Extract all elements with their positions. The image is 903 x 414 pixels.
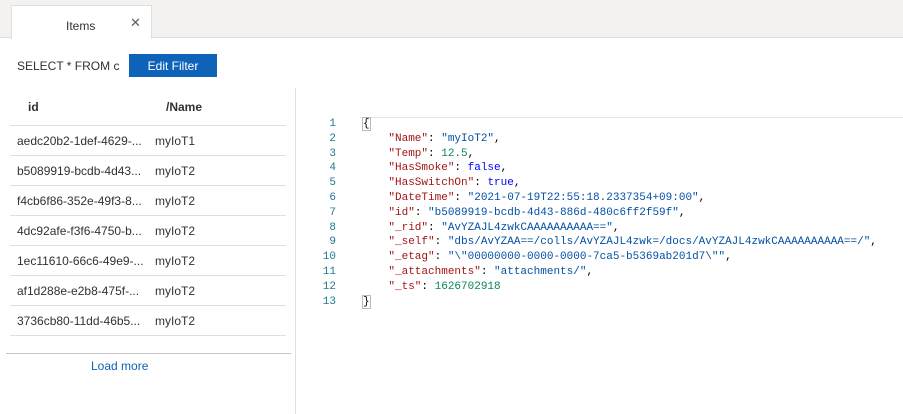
list-divider (6, 353, 291, 354)
table-row[interactable]: aedc20b2-1def-4629-... myIoT1 (10, 126, 286, 156)
table-row[interactable]: 4dc92afe-f3f6-4750-b... myIoT2 (10, 216, 286, 246)
code-line: 3 "Temp": 12.5, (296, 147, 903, 162)
json-key: "Name" (388, 132, 429, 145)
table-row[interactable]: af1d288e-e2b8-475f-... myIoT2 (10, 276, 286, 306)
code-text: "HasSwitchOn": true, (388, 177, 521, 190)
line-number: 13 (322, 295, 336, 308)
cell-name: myIoT2 (155, 284, 196, 298)
line-number: 9 (329, 236, 336, 249)
code-line: 12 "_ts": 1626702918 (296, 280, 903, 295)
code-line: 13} (296, 294, 903, 310)
column-header-id: id (28, 100, 39, 114)
code-line: 6 "DateTime": "2021-07-19T22:55:18.23373… (296, 191, 903, 206)
code-text: "id": "b5089919-bcdb-4d43-886d-480c6ff2f… (388, 206, 686, 219)
code-text: "DateTime": "2021-07-19T22:55:18.2337354… (388, 191, 706, 204)
code-line: 11 "_attachments": "attachments/", (296, 265, 903, 280)
cell-id: b5089919-bcdb-4d43... (17, 164, 142, 178)
cell-id: 3736cb80-11dd-46b5... (17, 314, 141, 328)
list-header: id /Name (10, 88, 286, 126)
line-number: 12 (322, 280, 336, 293)
code-text: "Name": "myIoT2", (388, 132, 501, 145)
edit-filter-button[interactable]: Edit Filter (129, 54, 217, 77)
line-number: 11 (322, 265, 336, 278)
json-key: "Temp" (388, 147, 429, 160)
line-number: 2 (329, 132, 336, 145)
json-value: false (467, 162, 501, 175)
json-key: "_self" (388, 236, 435, 249)
tab-items[interactable]: Items ✕ (11, 5, 152, 39)
items-explorer: Items ✕ SELECT * FROM c Edit Filter id /… (0, 0, 903, 414)
line-number: 4 (329, 162, 336, 175)
code-text: "_ts": 1626702918 (388, 280, 501, 293)
code-line: 2 "Name": "myIoT2", (296, 132, 903, 147)
code-text: "HasSmoke": false, (388, 162, 508, 175)
table-row[interactable]: f4cb6f86-352e-49f3-8... myIoT2 (10, 186, 286, 216)
json-key: "_attachments" (388, 265, 481, 278)
json-key: "DateTime" (388, 191, 455, 204)
code-line: 5 "HasSwitchOn": true, (296, 176, 903, 191)
code-text: "_attachments": "attachments/", (388, 265, 594, 278)
code-line: 4 "HasSmoke": false, (296, 161, 903, 176)
json-value: "AvYZAJL4zwkCAAAAAAAAAA==" (441, 221, 613, 234)
close-icon[interactable]: ✕ (130, 15, 141, 31)
table-row[interactable]: b5089919-bcdb-4d43... myIoT2 (10, 156, 286, 186)
code-text: "Temp": 12.5, (388, 147, 475, 160)
code-text: } (362, 294, 371, 310)
json-key: "HasSwitchOn" (388, 177, 475, 190)
json-value: 1626702918 (434, 280, 501, 293)
cell-name: myIoT1 (155, 134, 196, 148)
code-line: 9 "_self": "dbs/AvYZAA==/colls/AvYZAJL4z… (296, 235, 903, 250)
table-row[interactable]: 3736cb80-11dd-46b5... myIoT2 (10, 306, 286, 336)
code-line: 1{ (296, 117, 903, 132)
cell-name: myIoT2 (155, 314, 196, 328)
json-brace: } (362, 294, 371, 309)
cell-name: myIoT2 (155, 194, 196, 208)
json-value: "attachments/" (494, 265, 587, 278)
json-value: "myIoT2" (441, 132, 495, 145)
line-number: 10 (322, 251, 336, 264)
cell-id: 1ec11610-66c6-49e9-... (17, 254, 144, 268)
json-value: "\"00000000-0000-0000-7ca5-b5369ab201d7\… (447, 251, 726, 264)
line-number: 1 (329, 118, 336, 130)
json-brace: { (362, 117, 371, 131)
line-number: 6 (329, 191, 336, 204)
json-key: "_etag" (388, 251, 435, 264)
cell-name: myIoT2 (155, 164, 196, 178)
code-text: "_etag": "\"00000000-0000-0000-7ca5-b536… (388, 251, 732, 264)
json-value: 12.5 (441, 147, 468, 160)
json-value: "2021-07-19T22:55:18.2337354+09:00" (467, 191, 699, 204)
json-key: "_ts" (388, 280, 422, 293)
filter-query-text: SELECT * FROM c (17, 59, 120, 73)
cell-id: f4cb6f86-352e-49f3-8... (17, 194, 142, 208)
code-text: { (362, 117, 371, 132)
line-number: 8 (329, 221, 336, 234)
cell-name: myIoT2 (155, 224, 196, 238)
json-key: "_rid" (388, 221, 429, 234)
json-key: "id" (388, 206, 415, 219)
code-text: "_self": "dbs/AvYZAA==/colls/AvYZAJL4zwk… (388, 236, 877, 249)
json-key: "HasSmoke" (388, 162, 455, 175)
cell-id: 4dc92afe-f3f6-4750-b... (17, 224, 142, 238)
column-header-name: /Name (166, 100, 203, 114)
load-more-link[interactable]: Load more (91, 359, 148, 373)
json-value: true (487, 177, 514, 190)
tab-label: Items (66, 19, 96, 33)
code-line: 8 "_rid": "AvYZAJL4zwkCAAAAAAAAAA==", (296, 221, 903, 236)
code-line: 7 "id": "b5089919-bcdb-4d43-886d-480c6ff… (296, 206, 903, 221)
list-rows: aedc20b2-1def-4629-... myIoT1 b5089919-bcd… (0, 126, 296, 336)
json-value: "b5089919-bcdb-4d43-886d-480c6ff2f59f" (428, 206, 679, 219)
document-list: id /Name aedc20b2-1def-4629-... myIoT1 b50… (0, 88, 296, 336)
code-line: 10 "_etag": "\"00000000-0000-0000-7ca5-b… (296, 250, 903, 265)
json-value: "dbs/AvYZAA==/colls/AvYZAJL4zwk=/docs/Av… (447, 236, 871, 249)
cell-id: aedc20b2-1def-4629-... (17, 134, 142, 148)
tab-bar: Items ✕ (0, 0, 903, 39)
cell-name: myIoT2 (155, 254, 196, 268)
line-number: 5 (329, 177, 336, 190)
line-number: 7 (329, 206, 336, 219)
code-text: "_rid": "AvYZAJL4zwkCAAAAAAAAAA==", (388, 221, 620, 234)
table-row[interactable]: 1ec11610-66c6-49e9-... myIoT2 (10, 246, 286, 276)
line-number: 3 (329, 147, 336, 160)
cell-id: af1d288e-e2b8-475f-... (17, 284, 140, 298)
json-editor[interactable]: 1{2 "Name": "myIoT2", 3 "Temp": 12.5, 4 "H… (296, 117, 903, 414)
